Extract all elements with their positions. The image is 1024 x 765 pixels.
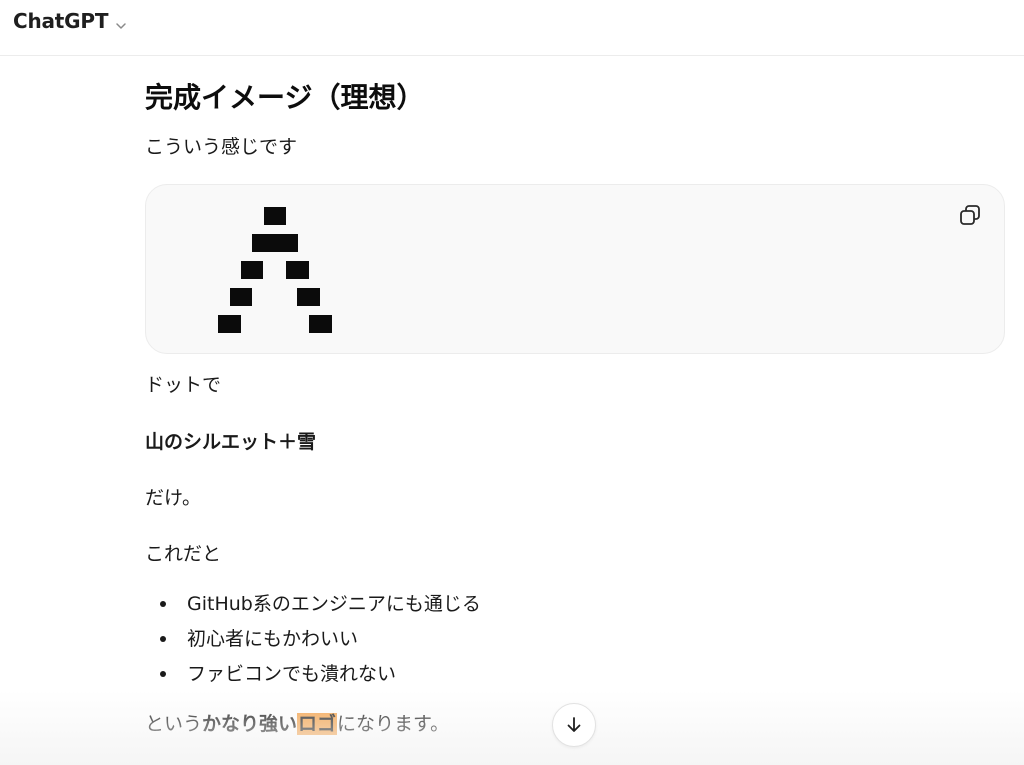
closing-text: というかなり強いロゴになります。 xyxy=(145,709,449,736)
list-item-text: 初心者にもかわいい xyxy=(187,628,359,650)
model-switcher[interactable]: ChatGPT xyxy=(13,8,127,34)
closing-highlight: ロゴ xyxy=(297,713,338,735)
art-pixel xyxy=(297,288,320,306)
closing-suffix: になります。 xyxy=(337,713,450,735)
list-item-text: ファビコンでも潰れない xyxy=(187,663,397,685)
closing-prefix: という xyxy=(145,713,203,735)
model-name: ChatGPT xyxy=(13,9,109,33)
art-pixel xyxy=(309,315,332,333)
copy-icon[interactable] xyxy=(958,203,982,227)
art-pixel xyxy=(252,234,298,252)
chevron-down-icon xyxy=(115,17,127,29)
list-item: GitHub系のエンジニアにも通じる xyxy=(145,592,481,627)
bullet-list: GitHub系のエンジニアにも通じる 初心者にもかわいい ファビコンでも潰れない xyxy=(145,592,481,697)
message-heading: 完成イメージ（理想） xyxy=(145,81,425,114)
list-item: 初心者にもかわいい xyxy=(145,627,481,662)
list-item-text: GitHub系のエンジニアにも通じる xyxy=(187,593,481,615)
intro-text: こういう感じです xyxy=(145,136,298,158)
art-pixel xyxy=(286,261,309,279)
code-block xyxy=(145,184,1005,354)
text-silhouette: 山のシルエット＋雪 xyxy=(145,431,317,453)
bullet-dot xyxy=(160,671,166,677)
art-pixel xyxy=(241,261,263,279)
bullet-dot xyxy=(160,601,166,607)
text-only: だけ。 xyxy=(145,487,202,509)
closing-bold: かなり強い xyxy=(202,713,298,735)
text-this: これだと xyxy=(145,543,222,565)
text-dots: ドットで xyxy=(145,374,222,396)
art-pixel xyxy=(230,288,252,306)
arrow-down-icon xyxy=(564,715,584,735)
art-pixel xyxy=(218,315,241,333)
art-pixel xyxy=(264,207,286,225)
bullet-dot xyxy=(160,636,166,642)
list-item: ファビコンでも潰れない xyxy=(145,662,481,697)
scroll-to-bottom-button[interactable] xyxy=(552,703,596,747)
top-bar: ChatGPT xyxy=(0,0,1024,56)
